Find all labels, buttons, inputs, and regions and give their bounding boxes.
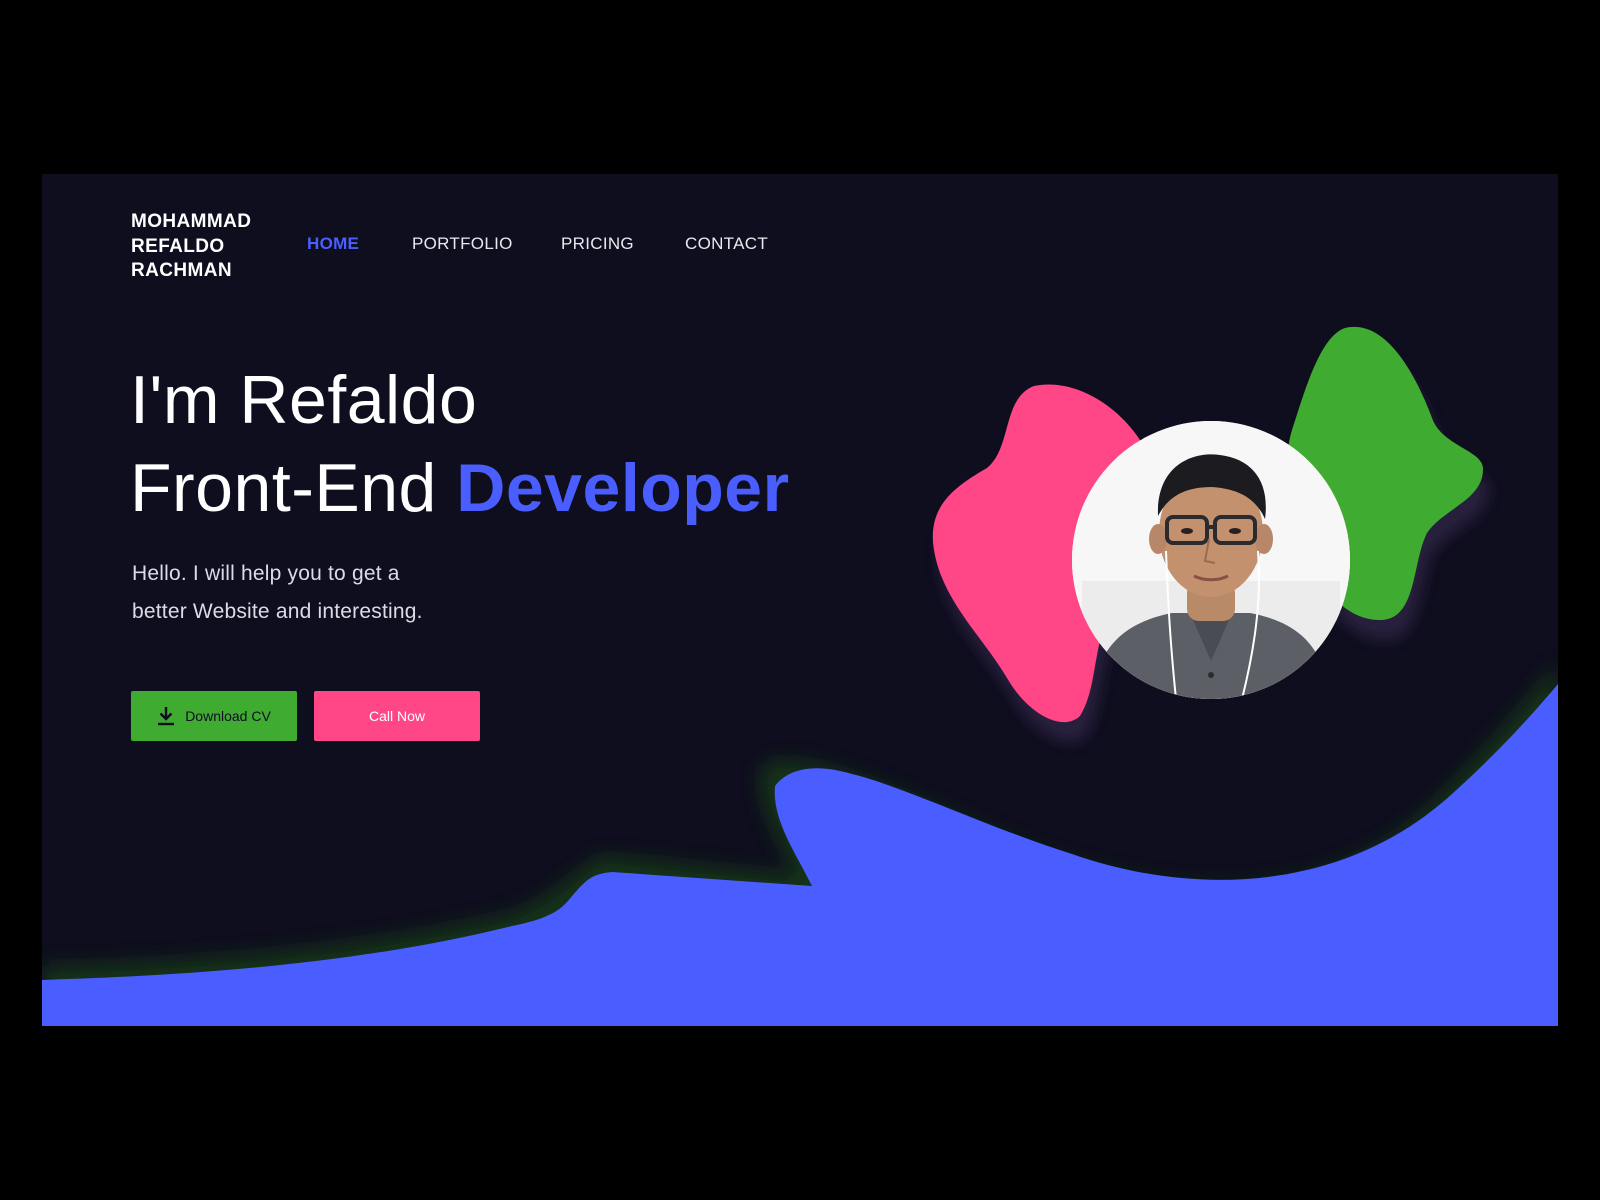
profile-photo	[1072, 421, 1350, 699]
person-portrait-icon	[1072, 421, 1350, 699]
headline-highlight: Developer	[456, 450, 790, 526]
download-cv-button[interactable]: Download CV	[131, 691, 297, 741]
headline-line-2-plain: Front-End	[130, 450, 457, 526]
download-cv-label: Download CV	[185, 708, 271, 724]
nav-portfolio-link[interactable]: PORTFOLIO	[412, 234, 513, 254]
call-now-button[interactable]: Call Now	[314, 691, 480, 741]
brand-name-line-2: REFALDO	[131, 235, 225, 257]
headline-line-1: I'm Refaldo	[130, 362, 478, 438]
nav-home-link[interactable]: HOME	[307, 234, 359, 254]
download-icon	[157, 706, 175, 726]
nav-pricing-link[interactable]: PRICING	[561, 234, 634, 254]
brand-name-line-3: RACHMAN	[131, 260, 232, 281]
hero-section: MOHAMMAD REFALDO RACHMAN HOME PORTFOLIO …	[42, 174, 1558, 1026]
brand-name-line-1: MOHAMMAD	[131, 211, 252, 232]
hero-headline: I'm Refaldo Front-End Developer	[130, 356, 790, 532]
call-now-label: Call Now	[368, 708, 425, 724]
brand-logo[interactable]: MOHAMMAD REFALDO RACHMAN	[131, 210, 251, 284]
hero-subtext: Hello. I will help you to get a better W…	[132, 562, 423, 623]
nav-contact-link[interactable]: CONTACT	[685, 234, 768, 254]
